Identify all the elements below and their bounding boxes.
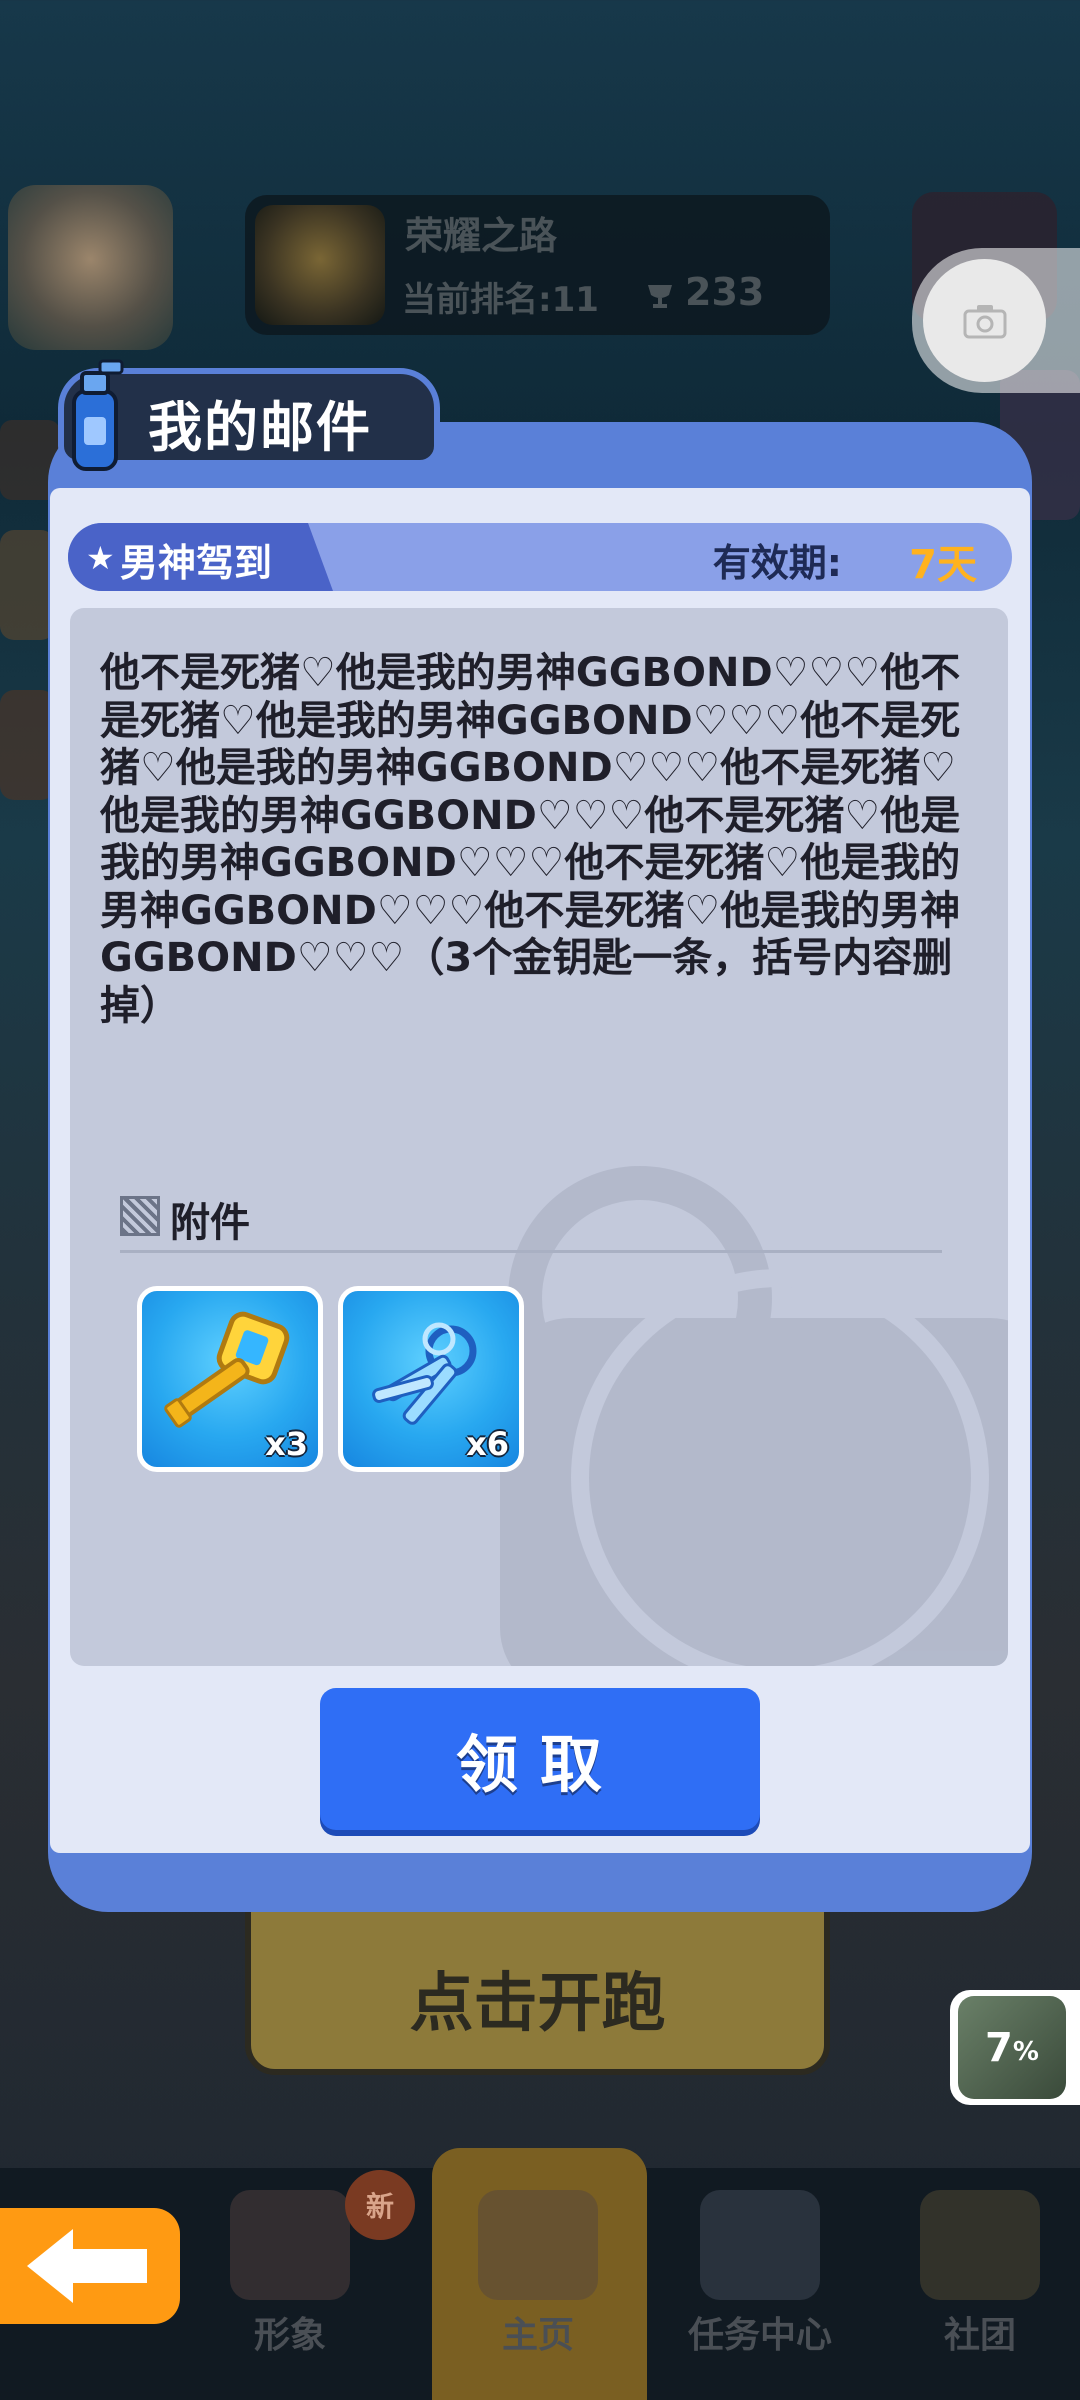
attachments-divider <box>120 1250 942 1253</box>
claim-button[interactable]: 领取 <box>320 1688 760 1830</box>
side-icon-left[interactable] <box>0 690 55 800</box>
progress-value: 7 <box>985 2024 1013 2071</box>
progress-unit: % <box>1012 2036 1039 2067</box>
mail-subject: 男神驾到 <box>120 541 273 585</box>
nav-item-club[interactable]: 社团 <box>920 2190 1040 2358</box>
nav-item-home[interactable]: 主页 <box>478 2190 598 2358</box>
nav-item-appearance[interactable]: 形象 <box>230 2190 350 2358</box>
back-button[interactable]: OffaCat <box>0 2208 180 2324</box>
mail-subject-bar: ★ 男神驾到 有效期: 7天 <box>68 523 1012 591</box>
progress-display: 7% <box>958 1996 1066 2099</box>
mail-dialog-title: 我的邮件 <box>148 396 372 459</box>
trophy-score: 233 <box>685 270 765 314</box>
reward-quantity: x3 <box>265 1425 308 1463</box>
mail-message: 他不是死猪♡他是我的男神GGBOND♡♡♡他不是死猪♡他是我的男神GGBOND♡… <box>100 650 961 1029</box>
mail-dialog-footer <box>50 1853 1030 1911</box>
nav-label: 社团 <box>943 2315 1016 2356</box>
mail-content-panel: 他不是死猪♡他是我的男神GGBOND♡♡♡他不是死猪♡他是我的男神GGBOND♡… <box>70 608 1008 1666</box>
player-avatar[interactable] <box>8 185 173 350</box>
reward-quantity: x6 <box>466 1425 509 1463</box>
attachment-icon <box>120 1196 160 1236</box>
validity-value: 7天 <box>909 542 977 588</box>
new-badge: 新 <box>345 2170 415 2240</box>
attachments-label: 附件 <box>170 1200 250 1246</box>
tasks-icon <box>700 2190 820 2300</box>
reward-item-blue-keys[interactable]: x6 <box>338 1286 524 1472</box>
glory-road-title: 荣耀之路 <box>405 214 558 258</box>
side-icon-left[interactable] <box>0 530 55 640</box>
nav-label: 形象 <box>253 2315 326 2356</box>
current-rank: 当前排名:11 <box>402 280 599 320</box>
trophy-icon <box>255 205 385 325</box>
club-icon <box>920 2190 1040 2300</box>
character-icon <box>230 2190 350 2300</box>
back-caption: OffaCat <box>81 2292 124 2306</box>
skateboard-icon <box>478 2190 598 2300</box>
star-icon: ★ <box>86 539 115 577</box>
validity-label: 有效期: <box>712 541 842 585</box>
nav-item-tasks[interactable]: 任务中心 <box>688 2190 832 2358</box>
spray-can-icon <box>72 359 124 471</box>
progress-badge[interactable]: 7% <box>950 1990 1080 2105</box>
camera-icon[interactable] <box>923 259 1046 382</box>
back-arrow-icon: OffaCat <box>27 2229 147 2306</box>
nav-label: 主页 <box>501 2315 574 2356</box>
reward-item-gold-key[interactable]: x3 <box>137 1286 323 1472</box>
nav-label: 任务中心 <box>688 2315 833 2356</box>
cup-icon <box>648 285 672 308</box>
